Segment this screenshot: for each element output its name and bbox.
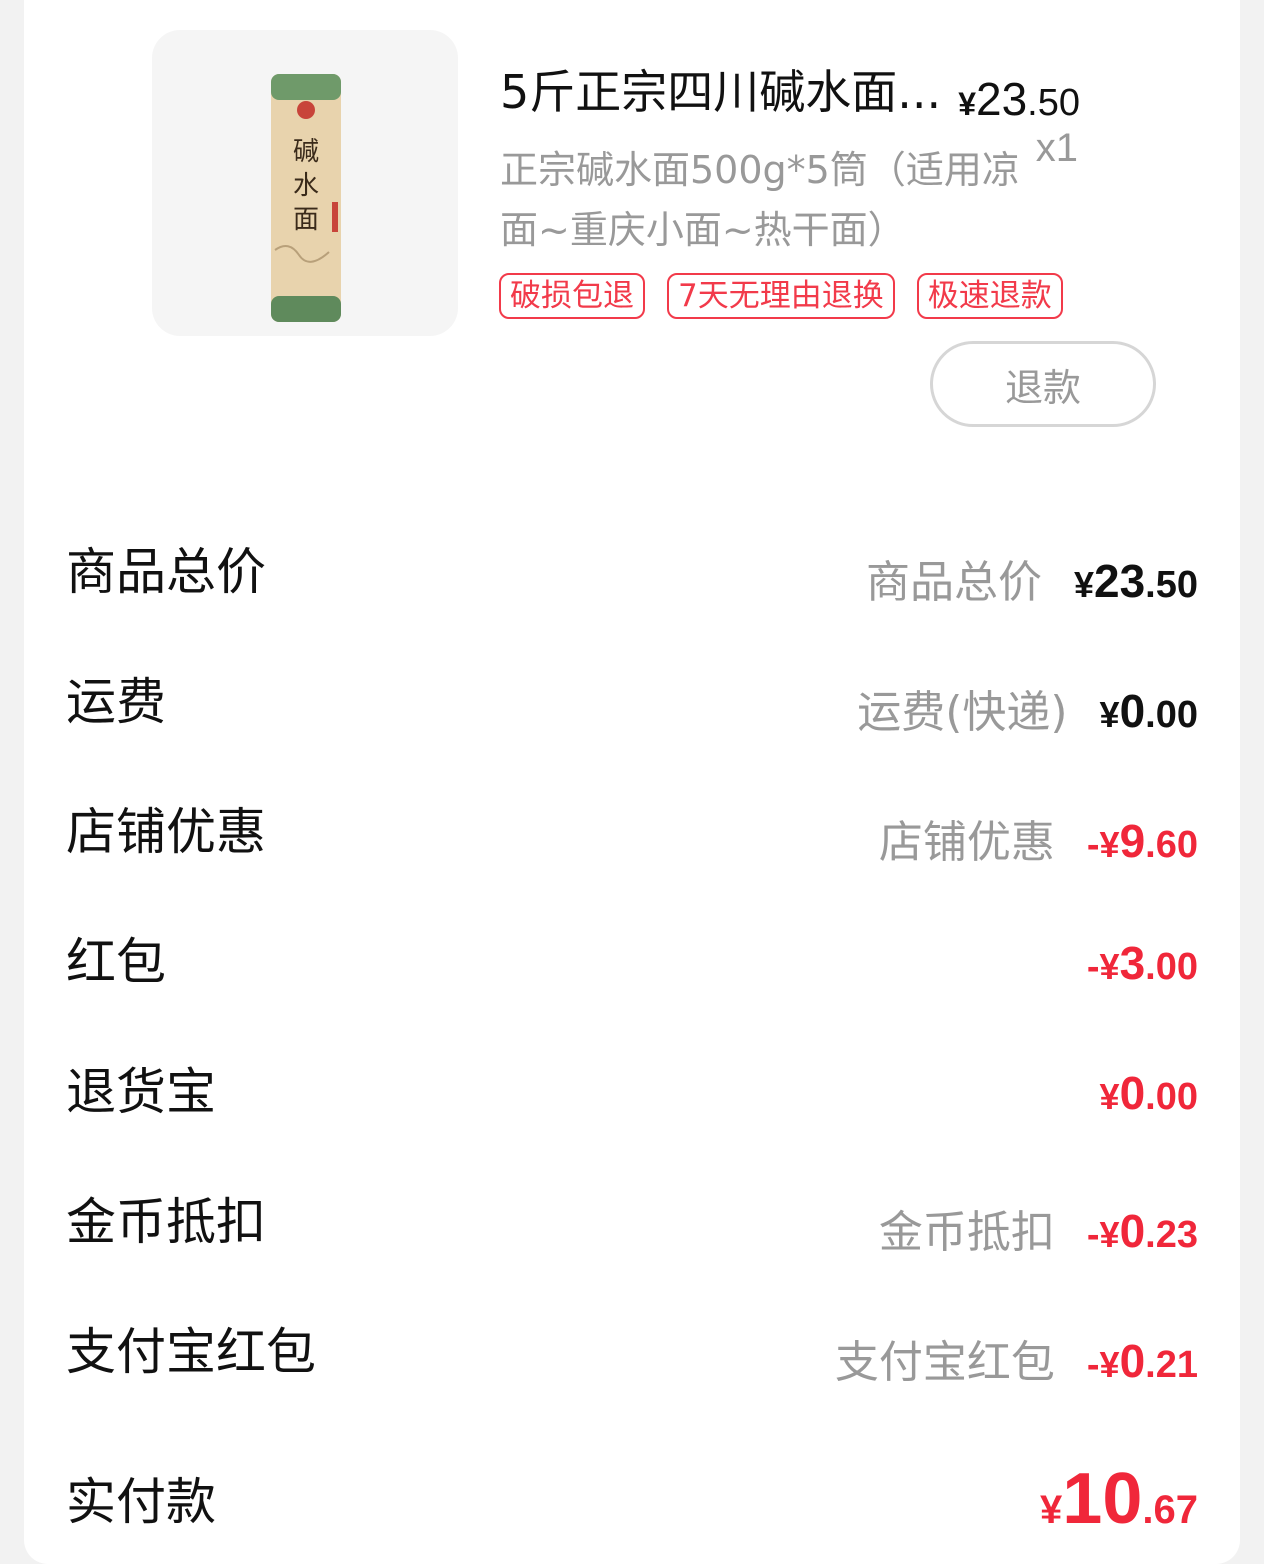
amount-currency: ¥ (1099, 694, 1120, 735)
tag-damage-return: 破损包退 (499, 273, 645, 319)
noodle-canister-image: 碱 水 面 (271, 74, 341, 322)
svg-text:碱: 碱 (293, 137, 319, 167)
amount-integer: 3 (1119, 937, 1146, 989)
amount-currency: ¥ (1099, 1344, 1120, 1385)
summary-sublabel: 金币抵扣 (878, 1207, 1055, 1258)
summary-sublabel: 店铺优惠 (878, 817, 1055, 868)
tag-7day-return: 7天无理由退换 (667, 273, 895, 319)
summary-amount-wrap: 店铺优惠 - ¥9.60 (879, 806, 1198, 870)
amount-sign: - (1086, 824, 1100, 866)
summary-row: 红包 - ¥3.00 (24, 900, 1240, 1010)
amount-integer: 0 (1119, 685, 1146, 737)
summary-label: 店铺优惠 (66, 803, 266, 861)
amount-decimal: .00 (1145, 946, 1198, 988)
product-thumbnail[interactable]: 碱 水 面 (152, 30, 458, 336)
summary-label: 支付宝红包 (66, 1323, 316, 1381)
amount-decimal: .50 (1145, 564, 1198, 606)
product-title[interactable]: 5斤正宗四川碱水面... (500, 64, 970, 120)
summary-row: 运费 运费(快递) ¥0.00 (24, 640, 1240, 750)
summary-row: 商品总价 商品总价 ¥23.50 (24, 510, 1240, 620)
summary-sublabel: 支付宝红包 (834, 1337, 1055, 1388)
amount-sign: - (1086, 946, 1100, 988)
summary-amount-wrap: 商品总价 ¥23.50 (866, 546, 1198, 610)
summary-amount: ¥0.00 (1100, 684, 1198, 738)
summary-amount-wrap: 支付宝红包 - ¥0.21 (835, 1326, 1198, 1390)
price-decimal: .50 (1027, 82, 1080, 124)
amount-decimal: .21 (1145, 1344, 1198, 1386)
summary-label: 实付款 (66, 1473, 216, 1531)
svg-text:面: 面 (293, 205, 319, 235)
amount-decimal: .00 (1145, 694, 1198, 736)
amount-integer: 9 (1119, 815, 1146, 867)
summary-amount-wrap: ¥0.00 (1100, 1066, 1198, 1120)
amount-integer: 0 (1119, 1205, 1146, 1257)
summary-amount: - ¥3.00 (1087, 936, 1198, 990)
amount-sign: - (1086, 1214, 1100, 1256)
summary-amount: - ¥0.21 (1087, 1334, 1198, 1388)
amount-integer: 0 (1119, 1335, 1146, 1387)
summary-amount-wrap: ¥ 10 .67 (1040, 1458, 1198, 1540)
summary-row: 店铺优惠 店铺优惠 - ¥9.60 (24, 770, 1240, 880)
product-spec: 正宗碱水面500g*5筒（适用凉面~重庆小面~热干面） (500, 148, 1020, 252)
summary-label: 金币抵扣 (66, 1193, 266, 1251)
summary-amount: ¥0.00 (1100, 1066, 1198, 1120)
summary-label: 商品总价 (66, 543, 266, 601)
amount-currency: ¥ (1099, 1076, 1120, 1117)
amount-decimal: .67 (1142, 1488, 1198, 1532)
summary-amount: - ¥9.60 (1087, 814, 1198, 868)
price-integer: 23 (976, 73, 1028, 125)
service-tags: 破损包退 7天无理由退换 极速退款 (499, 273, 1063, 319)
summary-row: 支付宝红包 支付宝红包 - ¥0.21 (24, 1290, 1240, 1400)
summary-amount-wrap: - ¥3.00 (1087, 936, 1198, 990)
total-amount: ¥ 10 .67 (1040, 1458, 1198, 1540)
amount-currency: ¥ (1073, 564, 1094, 605)
summary-row-total: 实付款 ¥ 10 .67 (24, 1440, 1240, 1550)
summary-amount: ¥23.50 (1074, 554, 1198, 608)
summary-row: 金币抵扣 金币抵扣 - ¥0.23 (24, 1160, 1240, 1270)
summary-sublabel: 商品总价 (865, 557, 1042, 608)
svg-text:水: 水 (293, 171, 319, 201)
amount-decimal: .00 (1145, 1076, 1198, 1118)
amount-currency: ¥ (1099, 1214, 1120, 1255)
amount-sign: - (1086, 1344, 1100, 1386)
amount-decimal: .23 (1145, 1214, 1198, 1256)
price-currency: ¥ (958, 86, 976, 122)
summary-label: 运费 (66, 673, 166, 731)
product-quantity: x1 (1035, 126, 1078, 170)
summary-row: 退货宝 ¥0.00 (24, 1030, 1240, 1140)
amount-currency: ¥ (1099, 946, 1120, 987)
amount-integer: 10 (1062, 1459, 1143, 1539)
tag-fast-refund: 极速退款 (916, 273, 1063, 319)
summary-amount-wrap: 运费(快递) ¥0.00 (857, 676, 1198, 740)
refund-button[interactable]: 退款 (930, 341, 1156, 427)
amount-integer: 23 (1094, 555, 1146, 607)
amount-currency: ¥ (1099, 824, 1120, 865)
summary-label: 退货宝 (66, 1063, 216, 1121)
summary-amount-wrap: 金币抵扣 - ¥0.23 (879, 1196, 1198, 1260)
summary-label: 红包 (66, 933, 166, 991)
amount-decimal: .60 (1145, 824, 1198, 866)
amount-integer: 0 (1119, 1067, 1146, 1119)
product-price: ¥ 23 .50 (958, 72, 1080, 126)
order-detail-card: 碱 水 面 5斤正宗四川碱水面... ¥ 23 .50 x1 正宗碱水面500g… (24, 0, 1240, 1564)
summary-amount: - ¥0.23 (1087, 1204, 1198, 1258)
summary-sublabel: 运费(快递) (857, 687, 1068, 738)
amount-currency: ¥ (1040, 1488, 1063, 1532)
